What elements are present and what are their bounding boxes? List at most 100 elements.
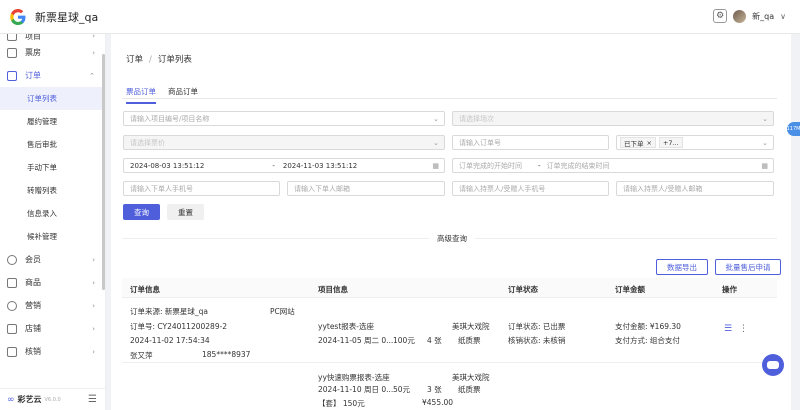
close-icon[interactable]: ×: [647, 139, 652, 147]
breadcrumb: 订单 / 订单列表: [126, 53, 192, 65]
sidebar-sub-order-list[interactable]: 订单列表: [0, 87, 105, 110]
buyer-email-input[interactable]: 请输入下单人邮箱: [287, 181, 445, 196]
target-icon: [7, 300, 17, 311]
sidebar-item-verify[interactable]: 核销 ›: [0, 340, 105, 363]
ticket-qty: 4 张: [427, 336, 442, 345]
order-tabs: 票品订单 商品订单: [126, 86, 198, 104]
user-name[interactable]: 新_qa: [752, 11, 774, 22]
project-name: yytest报表-选座: [318, 322, 374, 331]
package-amount: ¥455.00: [422, 398, 454, 407]
status-tag[interactable]: 已下单 ×: [620, 137, 656, 148]
search-button[interactable]: 查询: [123, 204, 160, 220]
order-channel: PC网站: [270, 307, 295, 316]
sidebar-item-goods[interactable]: 商品 ›: [0, 271, 105, 294]
avatar[interactable]: [733, 9, 747, 23]
chevron-right-icon: ›: [92, 34, 95, 40]
chevron-right-icon: ›: [92, 255, 95, 264]
price-select[interactable]: 请选择票价 ⌄: [123, 135, 445, 150]
sidebar-item-order[interactable]: 订单 ⌃: [0, 64, 105, 87]
breadcrumb-root[interactable]: 订单: [126, 55, 143, 65]
buyer-phone: 185****8937: [202, 350, 251, 359]
col-order-status: 订单状态: [508, 285, 538, 294]
chatbot-icon[interactable]: [762, 354, 784, 376]
main-content: 订单 / 订单列表 票品订单 商品订单 请输入项目编号/项目名称 ⌄ 请选择场次 ⌄ 请…: [111, 34, 791, 410]
col-actions: 操作: [722, 285, 737, 294]
chevron-down-icon: ⌄: [433, 138, 439, 147]
sidebar-sub-fulfillment[interactable]: 履约管理: [0, 110, 105, 133]
col-project-info: 项目信息: [318, 285, 348, 294]
holder-phone-input[interactable]: 请输入持票人/受赠人手机号: [452, 181, 609, 196]
buyer-name: 张又萍: [130, 351, 153, 360]
order-status: 订单状态: 已出票: [508, 322, 566, 331]
list-detail-icon[interactable]: ☰: [724, 324, 732, 334]
sidebar-item-box-office[interactable]: 票房 ›: [0, 41, 105, 64]
google-logo-icon: [9, 8, 27, 26]
sidebar-item-member[interactable]: 会员 ›: [0, 248, 105, 271]
ticket-type: 纸质票: [458, 336, 481, 345]
order-status-select[interactable]: 已下单 × +7... ⌄: [616, 135, 774, 150]
order-number-input[interactable]: 请输入订单号: [452, 135, 609, 150]
sidebar-sub-manual-order[interactable]: 手动下单: [0, 156, 105, 179]
sidebar-sub-aftersale[interactable]: 售后审批: [0, 133, 105, 156]
pay-method: 支付方式: 组合支付: [615, 336, 680, 345]
project-session: 2024-11-05 周二 0...: [318, 336, 394, 345]
order-number[interactable]: 订单号: CY24011200289-2: [130, 321, 227, 332]
batch-aftersale-button[interactable]: 批量售后申请: [715, 259, 781, 275]
finish-start: 订单完成的开始时间: [459, 161, 522, 170]
chevron-down-icon[interactable]: ∨: [780, 12, 786, 21]
finish-end: 订单完成的结束时间: [546, 161, 610, 170]
chevron-down-icon: ⌄: [762, 138, 768, 147]
sidebar-scrollbar[interactable]: [102, 54, 105, 290]
advanced-search-toggle[interactable]: 高级查询: [429, 233, 475, 244]
shirt-icon: [7, 277, 17, 288]
chevron-right-icon: ›: [92, 48, 95, 57]
export-button[interactable]: 数据导出: [656, 259, 708, 275]
monitor-icon: [7, 323, 17, 334]
sidebar-item-project[interactable]: 项目 ›: [0, 34, 105, 41]
order-source: 订单来源: 新票星球_qa: [130, 307, 209, 316]
tab-goods-orders[interactable]: 商品订单: [168, 86, 198, 104]
chevron-down-icon: ⌄: [762, 114, 768, 123]
col-order-amount: 订单金额: [615, 285, 645, 294]
sidebar-item-marketing[interactable]: 营销 ›: [0, 294, 105, 317]
sidebar-sub-waitlist[interactable]: 候补管理: [0, 225, 105, 248]
sidebar-sub-transfer[interactable]: 转赠列表: [0, 179, 105, 202]
calendar-icon: ▦: [761, 161, 768, 170]
venue: 美琪大戏院: [452, 322, 490, 331]
collapse-menu-icon[interactable]: ☰: [88, 394, 97, 405]
ticket-qty-2: 3 张: [427, 385, 442, 394]
verify-status: 核销状态: 未核销: [508, 336, 566, 345]
session-select[interactable]: 请选择场次 ⌄: [452, 111, 774, 126]
finish-date-range[interactable]: 订单完成的开始时间 - 订单完成的结束时间 ▦: [452, 158, 774, 173]
buyer-phone-input[interactable]: 请输入下单人手机号: [123, 181, 280, 196]
brand-logo-icon: ∞: [7, 394, 15, 405]
user-icon: [7, 254, 17, 265]
layers-icon: [7, 47, 17, 58]
side-float-tab[interactable]: 117M: [787, 122, 800, 136]
app-title: 新票星球_qa: [35, 10, 99, 24]
date-range-sep: -: [272, 161, 275, 170]
gear-icon[interactable]: ⚙: [713, 9, 728, 23]
date-start: 2024-08-03 13:51:12: [130, 161, 205, 170]
breadcrumb-separator: /: [149, 55, 152, 65]
order-date-range[interactable]: 2024-08-03 13:51:12 - 2024-11-03 13:51:1…: [123, 158, 445, 173]
chevron-right-icon: ›: [92, 324, 95, 333]
reset-button[interactable]: 重置: [167, 204, 204, 220]
project-select[interactable]: 请输入项目编号/项目名称 ⌄: [123, 111, 445, 126]
scan-icon: [7, 346, 17, 357]
col-order-info: 订单信息: [130, 285, 160, 294]
tab-ticket-orders[interactable]: 票品订单: [126, 86, 156, 104]
holder-email-input[interactable]: 请输入持票人/受赠人邮箱: [616, 181, 774, 196]
chevron-right-icon: ›: [92, 347, 95, 356]
breadcrumb-current: 订单列表: [157, 55, 192, 65]
chevron-right-icon: ›: [92, 278, 95, 287]
sidebar-item-store[interactable]: 店铺 ›: [0, 317, 105, 340]
venue-2: 美琪大戏院: [452, 373, 490, 382]
more-vertical-icon[interactable]: ⋮: [739, 324, 748, 334]
version-label: V6.0.0: [44, 396, 61, 403]
ticket-price-2: 50元: [393, 385, 411, 394]
row-divider: [122, 362, 777, 363]
sidebar-footer: ∞ 彩艺云 V6.0.0 ☰: [0, 388, 105, 410]
sidebar-sub-info-entry[interactable]: 信息录入: [0, 202, 105, 225]
ticket-price: 100元: [393, 336, 415, 345]
